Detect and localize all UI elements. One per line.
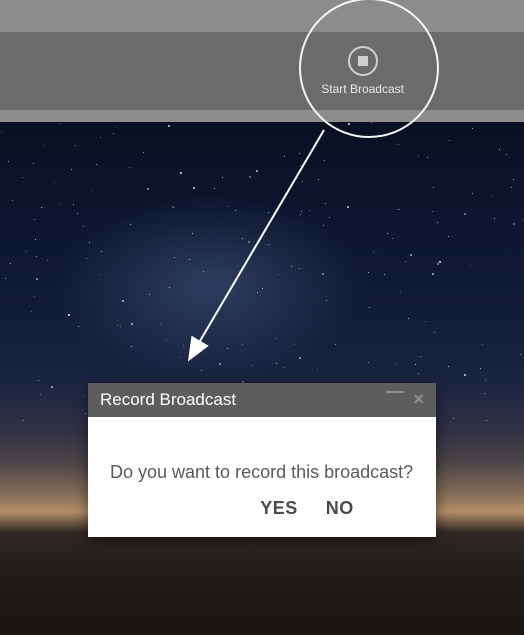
top-strip (0, 0, 524, 32)
stop-icon (348, 46, 378, 76)
record-broadcast-dialog: Record Broadcast × Do you want to record… (88, 383, 436, 537)
yes-button[interactable]: YES (260, 498, 298, 519)
dialog-header: Record Broadcast × (88, 383, 436, 417)
close-icon[interactable]: × (413, 390, 424, 408)
background-photo (0, 122, 524, 635)
no-button[interactable]: NO (326, 498, 354, 519)
dialog-message: Do you want to record this broadcast? (88, 417, 436, 494)
dialog-actions: YES NO (178, 494, 436, 537)
start-broadcast-button[interactable]: Start Broadcast (321, 46, 404, 96)
dialog-title: Record Broadcast (100, 390, 236, 410)
toolbar: Start Broadcast (0, 32, 524, 110)
sub-strip (0, 110, 524, 122)
minimize-icon[interactable] (386, 391, 404, 393)
start-broadcast-label: Start Broadcast (321, 82, 404, 96)
